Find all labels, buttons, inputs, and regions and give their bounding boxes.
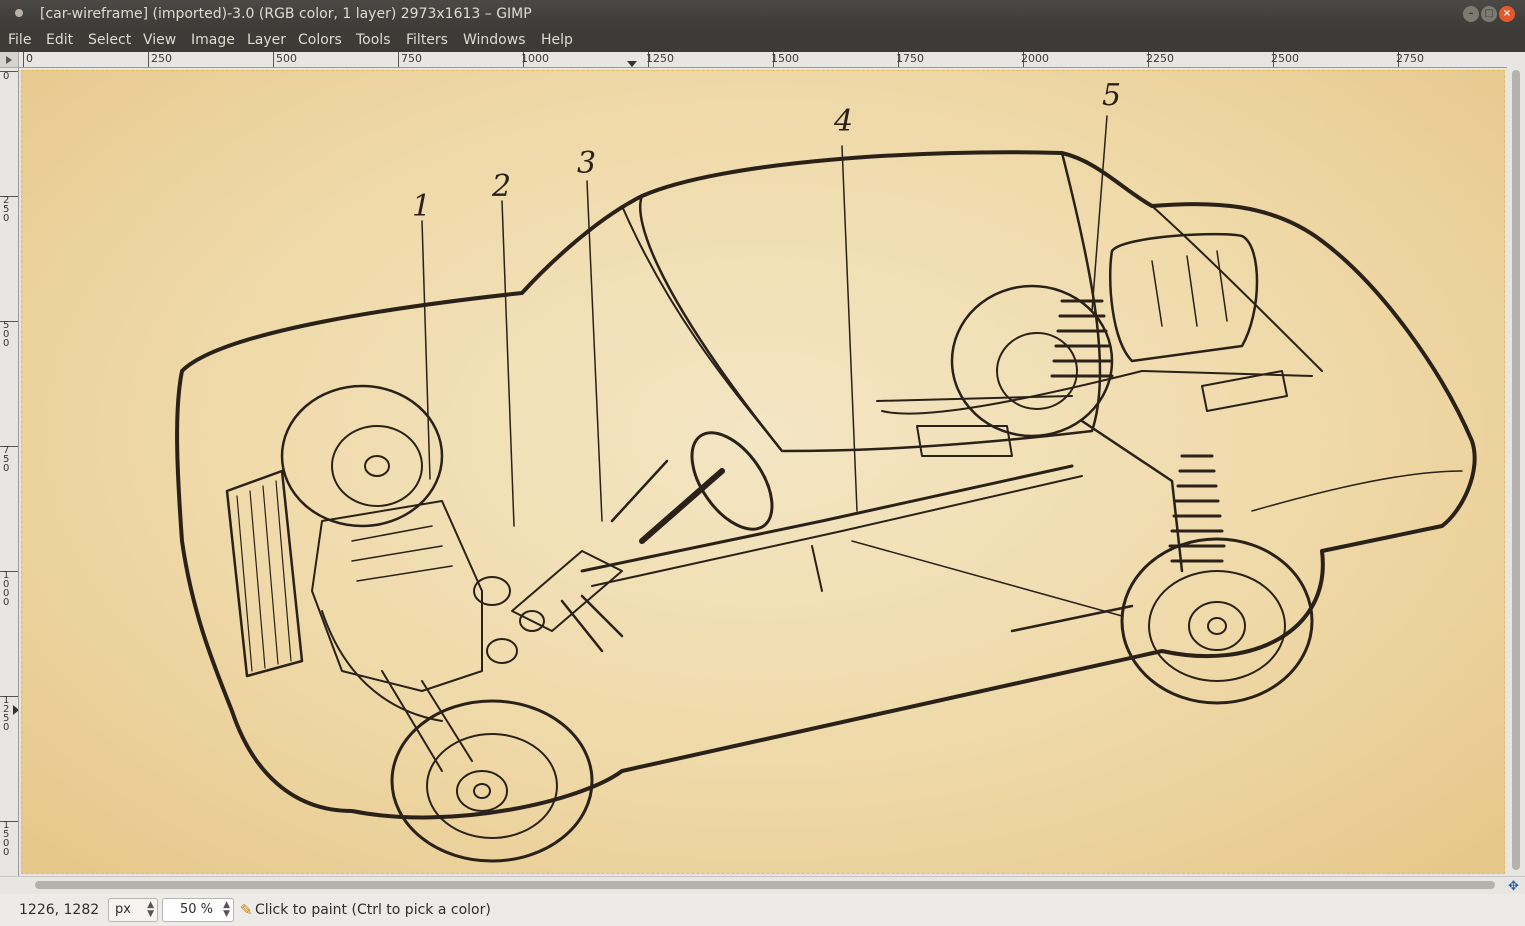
vertical-ruler[interactable]: 0 250 500 750 1000 1250 1500 [0, 68, 19, 876]
unit-value: px [115, 902, 131, 917]
play-icon [6, 56, 12, 64]
vertical-scroll-thumb[interactable] [1512, 70, 1520, 870]
menu-select[interactable]: Select [88, 32, 131, 48]
ruler-label: 750 [401, 52, 422, 65]
ruler-label: 500 [276, 52, 297, 65]
menu-help[interactable]: Help [541, 32, 573, 48]
menu-file[interactable]: File [8, 32, 31, 48]
menu-bar: File Edit Select View Image Layer Colors… [0, 28, 1525, 52]
zoom-selector[interactable]: 50 % ▲ ▼ [162, 898, 234, 922]
spinner-arrows-icon: ▲ ▼ [147, 900, 154, 919]
ruler-label: 1000 [3, 570, 10, 608]
ruler-label: 2500 [1271, 52, 1299, 65]
ruler-label: 2750 [1396, 52, 1424, 65]
unit-selector[interactable]: px ▲ ▼ [108, 898, 158, 922]
horizontal-ruler[interactable]: 0 250 500 750 1000 1250 1500 1750 2000 2… [19, 52, 1507, 68]
horizontal-scroll-thumb[interactable] [35, 881, 1495, 889]
menu-windows[interactable]: Windows [463, 32, 526, 48]
ruler-label: 750 [3, 445, 10, 474]
car-wireframe-drawing: 1 2 3 4 5 [175, 78, 1477, 863]
menu-colors[interactable]: Colors [298, 32, 342, 48]
window-title: [car-wireframe] (imported)-3.0 (RGB colo… [40, 6, 532, 22]
ruler-label: 2250 [1146, 52, 1174, 65]
status-message: Click to paint (Ctrl to pick a color) [255, 902, 491, 918]
close-icon[interactable]: × [1499, 6, 1515, 22]
image-canvas[interactable]: 1 2 3 4 5 [21, 70, 1505, 874]
zoom-value: 50 % [179, 902, 213, 917]
ruler-label: 250 [151, 52, 172, 65]
ruler-label: 1500 [771, 52, 799, 65]
ruler-label: 1750 [896, 52, 924, 65]
menu-filters[interactable]: Filters [406, 32, 448, 48]
canvas-area[interactable]: 1 2 3 4 5 [19, 68, 1507, 876]
ruler-label: 2000 [1021, 52, 1049, 65]
callout-2: 2 [491, 169, 511, 204]
ruler-label: 1000 [521, 52, 549, 65]
minimize-icon[interactable]: – [1463, 6, 1479, 22]
pencil-icon: ✎ [240, 901, 253, 919]
callout-4: 4 [833, 104, 853, 139]
pointer-coordinates: 1226, 1282 [19, 902, 100, 918]
ruler-label: 500 [3, 320, 10, 349]
ruler-label: 0 [26, 52, 33, 65]
menu-edit[interactable]: Edit [46, 32, 73, 48]
ruler-label: 250 [3, 195, 10, 224]
callout-1: 1 [412, 189, 431, 224]
window-menu-icon[interactable] [15, 9, 23, 17]
ruler-label: 1250 [3, 695, 10, 733]
window-titlebar: [car-wireframe] (imported)-3.0 (RGB colo… [0, 0, 1525, 28]
menu-tools[interactable]: Tools [356, 32, 391, 48]
ruler-label: 0 [3, 71, 10, 82]
menu-image[interactable]: Image [191, 32, 235, 48]
menu-view[interactable]: View [143, 32, 176, 48]
maximize-icon[interactable]: □ [1481, 6, 1497, 22]
spinner-arrows-icon: ▲ ▼ [223, 900, 230, 919]
ruler-label: 1500 [3, 820, 10, 858]
navigate-icon[interactable]: ✥ [1508, 879, 1519, 894]
ruler-label: 1250 [646, 52, 674, 65]
callout-5: 5 [1102, 78, 1121, 113]
vertical-scrollbar[interactable] [1507, 52, 1525, 876]
callout-3: 3 [577, 146, 596, 181]
quick-mask-toggle[interactable] [0, 52, 19, 68]
horizontal-scrollbar[interactable]: ✥ [0, 876, 1525, 894]
status-bar: 1226, 1282 px ▲ ▼ 50 % ▲ ▼ ✎ Click to pain… [0, 894, 1525, 926]
menu-layer[interactable]: Layer [247, 32, 286, 48]
